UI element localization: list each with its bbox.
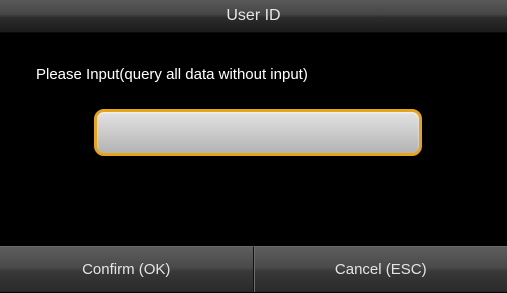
user-id-dialog: User ID Please Input(query all data with… <box>0 0 507 292</box>
cancel-button[interactable]: Cancel (ESC) <box>254 246 507 292</box>
dialog-title: User ID <box>0 0 507 33</box>
input-prompt: Please Input(query all data without inpu… <box>36 66 308 83</box>
button-bar: Confirm (OK) Cancel (ESC) <box>0 246 507 292</box>
confirm-button[interactable]: Confirm (OK) <box>0 246 254 292</box>
user-id-input[interactable] <box>94 109 422 156</box>
